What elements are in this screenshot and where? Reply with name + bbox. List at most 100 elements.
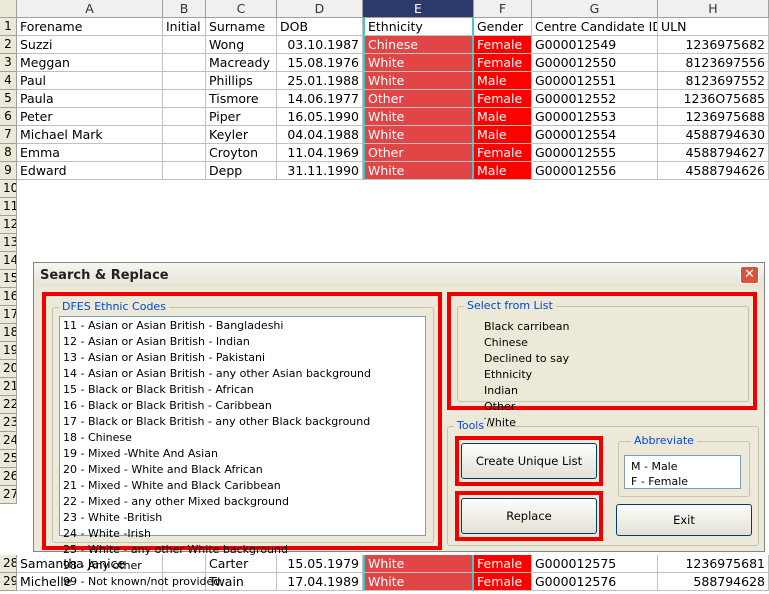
row-number[interactable]: 25 [0,450,17,468]
cell-gender[interactable]: Female [474,144,532,162]
cell-ethnicity[interactable]: White [363,162,474,180]
cell-dob[interactable]: 16.05.1990 [277,108,363,126]
select-from-list[interactable]: Black carribean Chinese Declined to say Eth… [462,315,742,429]
cell-dob[interactable]: 04.04.1988 [277,126,363,144]
dialog-titlebar[interactable]: Search & Replace ✕ [34,263,764,287]
row-number[interactable]: 2 [0,36,17,54]
cell-candidate-id[interactable]: G000012555 [532,144,658,162]
list-item[interactable]: Ethnicity [462,367,742,383]
close-button[interactable]: ✕ [740,266,759,284]
cell-gender[interactable]: Female [474,90,532,108]
column-header-e[interactable]: E [363,0,474,18]
row-number[interactable]: 19 [0,342,17,360]
row-number[interactable]: 17 [0,306,17,324]
cell-candidate-id[interactable]: G000012551 [532,72,658,90]
row-number[interactable]: 3 [0,54,17,72]
cell-surname[interactable]: Keyler [206,126,277,144]
cell-ethnicity[interactable]: White [363,54,474,72]
row-number[interactable]: 15 [0,270,17,288]
cell-candidate-id[interactable]: G000012552 [532,90,658,108]
cell-dob[interactable]: 15.08.1976 [277,54,363,72]
cell-initial[interactable] [163,90,206,108]
cell-candidate-id[interactable]: G000012549 [532,36,658,54]
list-item[interactable]: 16 - Black or Black British - Caribbean [60,398,425,414]
cell-uln[interactable]: 4588794626 [658,162,769,180]
list-item[interactable]: 25 - White - any other White background [60,542,425,558]
create-unique-list-button[interactable]: Create Unique List [461,443,597,479]
cell-gender[interactable]: Female [474,555,532,573]
cell-uln[interactable]: 4588794627 [658,144,769,162]
cell-forename[interactable]: Paul [17,72,163,90]
replace-button[interactable]: Replace [461,498,597,534]
cell-surname[interactable]: Depp [206,162,277,180]
cell-candidate-id[interactable]: G000012550 [532,54,658,72]
cell-candidate-id[interactable]: G000012554 [532,126,658,144]
cell-initial[interactable] [163,54,206,72]
cell-forename[interactable]: Peter [17,108,163,126]
row-number[interactable]: 28 [0,555,17,573]
cell-gender[interactable]: Female [474,573,532,591]
row-number[interactable]: 11 [0,198,17,216]
cell-candidate-id[interactable]: G000012576 [532,573,658,591]
cell-surname[interactable]: Phillips [206,72,277,90]
list-item[interactable]: 14 - Asian or Asian British - any other … [60,366,425,382]
cell-candidate-id-header[interactable]: Centre Candidate ID. [532,18,658,36]
cell-ethnicity[interactable]: Chinese [363,36,474,54]
cell-gender[interactable]: Female [474,54,532,72]
column-header-h[interactable]: H [658,0,769,18]
list-item[interactable]: 13 - Asian or Asian British - Pakistani [60,350,425,366]
select-all-corner[interactable] [0,0,17,18]
column-header-d[interactable]: D [277,0,363,18]
cell-gender[interactable]: Female [474,36,532,54]
cell-dob[interactable]: 31.11.1990 [277,162,363,180]
cell-forename[interactable]: Emma [17,144,163,162]
cell-surname[interactable]: Macready [206,54,277,72]
cell-dob[interactable]: 25.01.1988 [277,72,363,90]
cell-uln[interactable]: 4588794630 [658,126,769,144]
list-item[interactable]: 24 - White -Irish [60,526,425,542]
list-item[interactable]: 19 - Mixed -White And Asian [60,446,425,462]
exit-button[interactable]: Exit [616,504,752,536]
cell-candidate-id[interactable]: G000012553 [532,108,658,126]
cell-uln[interactable]: 1236O75685 [658,90,769,108]
row-number[interactable]: 4 [0,72,17,90]
cell-dob-header[interactable]: DOB [277,18,363,36]
column-header-b[interactable]: B [163,0,206,18]
column-header-a[interactable]: A [17,0,163,18]
column-header-c[interactable]: C [206,0,277,18]
list-item[interactable]: 21 - Mixed - White and Black Caribbean [60,478,425,494]
cell-ethnicity[interactable]: Other [363,144,474,162]
list-item[interactable]: Other [462,399,742,415]
cell-candidate-id[interactable]: G000012575 [532,555,658,573]
row-number[interactable]: 27 [0,486,17,504]
list-item[interactable]: 12 - Asian or Asian British - Indian [60,334,425,350]
dfes-codes-list[interactable]: 11 - Asian or Asian British - Bangladesh… [59,316,426,588]
cell-gender[interactable]: Male [474,108,532,126]
cell-ethnicity[interactable]: White [363,108,474,126]
list-item[interactable]: 99 - Not known/not provided [60,574,425,590]
row-number[interactable]: 20 [0,360,17,378]
cell-ethnicity-header[interactable]: Ethnicity [363,18,474,36]
row-number[interactable]: 21 [0,378,17,396]
column-header-f[interactable]: F [474,0,532,18]
cell-dob[interactable]: 14.06.1977 [277,90,363,108]
cell-uln-header[interactable]: ULN [658,18,769,36]
row-number[interactable]: 8 [0,144,17,162]
cell-ethnicity[interactable]: Other [363,90,474,108]
row-number[interactable]: 24 [0,432,17,450]
row-number[interactable]: 23 [0,414,17,432]
cell-initial[interactable] [163,162,206,180]
list-item[interactable]: Black carribean [462,319,742,335]
cell-uln[interactable]: 588794628 [658,573,769,591]
cell-ethnicity[interactable]: White [363,72,474,90]
row-number[interactable]: 7 [0,126,17,144]
cell-surname[interactable]: Croyton [206,144,277,162]
cell-initial[interactable] [163,144,206,162]
cell-forename[interactable]: Meggan [17,54,163,72]
cell-initial-header[interactable]: Initial [163,18,206,36]
row-number[interactable]: 5 [0,90,17,108]
row-number[interactable]: 14 [0,252,17,270]
row-number[interactable]: 9 [0,162,17,180]
cell-dob[interactable]: 03.10.1987 [277,36,363,54]
cell-initial[interactable] [163,108,206,126]
